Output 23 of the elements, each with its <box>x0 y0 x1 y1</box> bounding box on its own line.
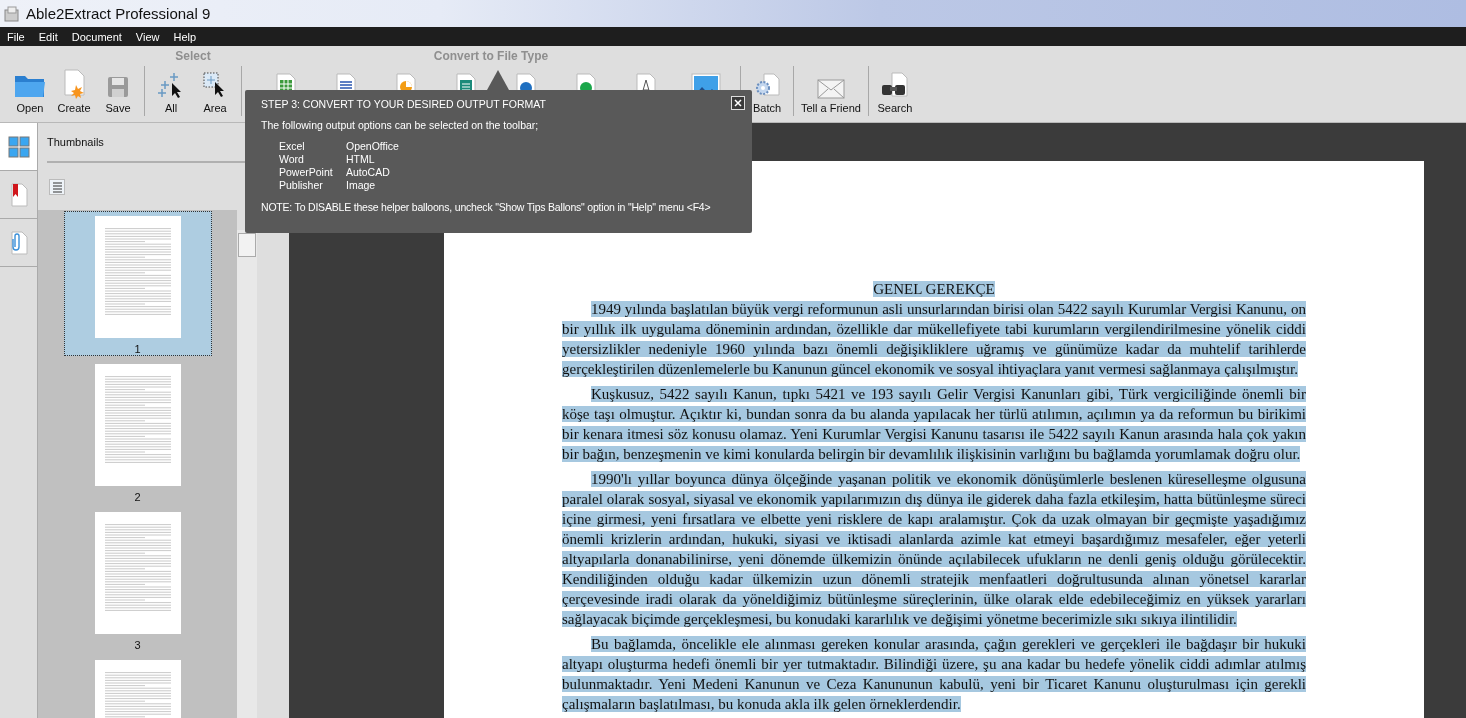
group-title: Convert to File Type <box>433 49 549 63</box>
balloon-text: The following output options can be selected on the toolbar; <box>261 119 540 131</box>
document-heading: GENEL GEREKÇE <box>873 281 995 297</box>
format-option: AutoCAD <box>346 166 399 179</box>
page-number: 3 <box>134 639 141 651</box>
format-option: PowerPoint <box>279 166 346 179</box>
document-paragraph: Bu bağlamda, öncelikle ele alınması gereken konular arasında, çağın gerekleri ve gerçekleri ile bağdaşır bir hukuki altyapı oluşturma hedefi önemli bir yer tutmaktadır. Bilindiği üzere, şu ana kadar bu hedefe yönelik ciddi adımlar atılmış bulunmaktadır. Yeni Medeni Kanunun ve Ceza Kanununun kabulü, yeni bir Ticaret Kanunu oluşturulması için gerekli çalışmaların başlatılması, bu konuda akla ilk gelen örneklerdendir. <box>562 635 1306 714</box>
document-paragraph: Kuşkusuz, 5422 sayılı Kanun, tıpkı 5421 ve 193 sayılı Gelir Vergisi Kanunları gibi, Türk vergiciliğinde önemli bir köşe taşı olmuştur. Açıktır ki, bundan sonra da bu alanda yapılacak her türlü atılımın, açılımın ya da reformun bu birikimi bir kenara itmesi söz konusu olamaz. Yeni Kurumlar Vergisi Kanunu tasarısı ile 5422 sayılı Kanun arasında hala çok yakın bir bağın, benzeşmenin ve kimi konularda belirgin bir devamlılık ilişkisinin varlığını bu bağlamda yorumlamak doğru olur. <box>562 385 1306 464</box>
balloon-note: NOTE: To DISABLE these helper balloons, uncheck "Show Tips Ballons" option in "Help" menu <F4> <box>261 201 712 213</box>
page-number: 2 <box>134 491 141 503</box>
format-option: Publisher <box>279 179 346 192</box>
format-option: Word <box>279 153 346 166</box>
document-paragraph: 1949 yılında başlatılan büyük vergi reformunun asli unsurlarından birisi olan 5422 sayılı Kurumlar Vergisi Kanunu, on bir yıllık ilk uygulama döneminin ardından, özellikle dar mükellefiyete tabi kurumların vergilendirilmesine yönelik ciddi yetersizlikler nedeniyle 1960 yılında bazı önemli değişikliklere uğramış ve günümüze kadar da muhtelif tarihlerde gerçekleştirilen düzenlemelerle bu Kanunun güncel ekonomik ve sosyal ihtiyaçlara yanıt vermesi sağlanmaya çalışılmıştır. <box>562 300 1306 379</box>
format-option: Image <box>346 179 399 192</box>
format-option: Excel <box>279 140 346 153</box>
format-option: OpenOffice <box>346 140 399 153</box>
document-paragraph: 1990'lı yıllar boyunca dünya ölçeğinde yaşanan politik ve ekonomik dönüşümlerle beslenen küreselleşme olgusuna paralel olarak sosyal, siyasal ve ekonomik yapılarımızın dış dünya ile giderek daha fazla etkileşim, hatta bütünleşme süreci içine girmesi, yeni fırsatlara ve elbette yeni risklere de kapı aralamıştır. Çok da uzak olmayan bir geçmişte yaşadığımız önemli krizlerin ardından, hukuki, siyasi ve iktisadi alanlarda azimle kat etmeyi başardığımız mesafeler, eğer yeterli altyapılarla donanabilinirse, yeni dönemde ülkemizin önünde açılabilecek ufukların ne denli geniş olduğu görülecektir. Kendiliğinden olduğu kadar ülkemizin uzun dönemli stratejik menfaatleri doğrultusunda alınan yönetsel kararlar çerçevesinde iradi olarak da yöneldiğimiz bütünleşme süreçlerinin, ülke olarak elde edebileceğimiz en yüksek yararları sağlayacak biçimde gerçekleşmesi, bu konudaki kararlılık ve değişimi yönetme becerimizle sıkı sıkıya ilintilidir. <box>562 470 1306 629</box>
panel-title: Thumbnails <box>47 136 104 148</box>
format-option: HTML <box>346 153 399 166</box>
group-title: Select <box>175 49 211 63</box>
page-number: 1 <box>134 343 141 355</box>
balloon-title: STEP 3: CONVERT TO YOUR DESIRED OUTPUT FORMAT <box>261 98 547 110</box>
window-title: Able2Extract Professional 9 <box>26 5 211 22</box>
